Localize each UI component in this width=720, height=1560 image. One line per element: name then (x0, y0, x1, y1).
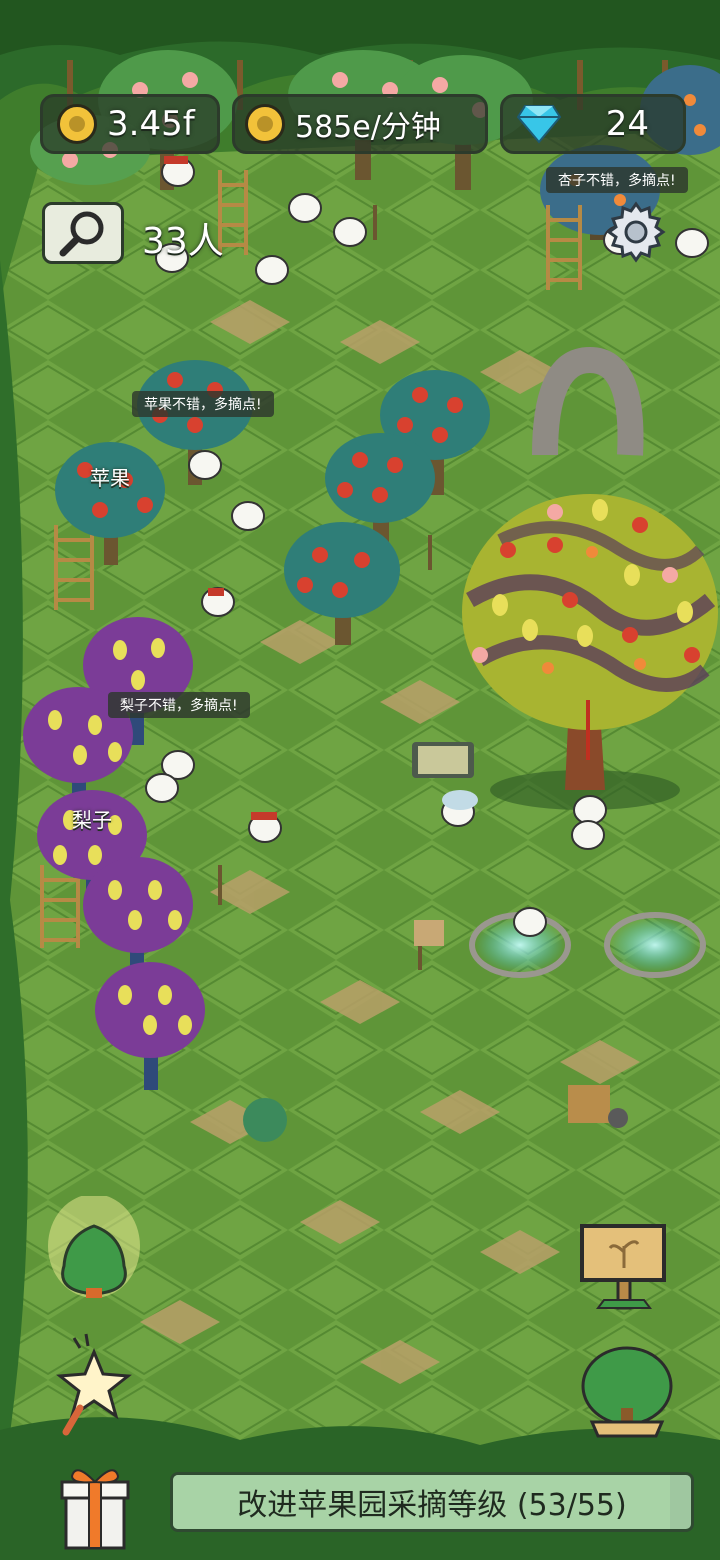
star-wand-button[interactable] (54, 1328, 136, 1438)
diamond-icon (517, 105, 561, 144)
gift-icon (60, 1469, 130, 1550)
gold-counter[interactable]: 3.45f (40, 94, 220, 154)
pear-speech-bubble: 梨子不错，多摘点! (108, 692, 250, 718)
income-rate-counter[interactable]: 585e/分钟 (232, 94, 488, 154)
bonsai-icon (581, 1346, 673, 1438)
coin-icon (57, 104, 97, 144)
sprout-sign-icon (580, 1224, 666, 1310)
gem-counter[interactable]: 24 (500, 94, 686, 154)
magnifier-icon (59, 211, 104, 257)
upgrade-label: 改进苹果园采摘等级 (53/55) (237, 1488, 627, 1523)
upgrade-harvest-level-button[interactable]: 改进苹果园采摘等级 (53/55) (170, 1472, 694, 1532)
pear-tree-label: 梨子 (72, 808, 112, 832)
settings-button[interactable] (604, 200, 668, 264)
apple-speech-bubble: 苹果不错，多摘点! (132, 391, 274, 417)
star-icon (56, 1333, 132, 1436)
visitor-count: 33人 (142, 221, 224, 262)
hourglass-coin-icon (245, 104, 285, 144)
gem-value: 24 (605, 104, 649, 144)
gold-value: 3.45f (107, 104, 195, 144)
gift-button[interactable] (58, 1458, 132, 1552)
sprout-sign-button[interactable] (576, 1218, 672, 1316)
glowing-tree-button[interactable] (46, 1194, 142, 1306)
bonsai-tree-button[interactable] (578, 1338, 676, 1440)
glowing-tree-icon (48, 1194, 140, 1298)
income-rate-value: 585e/分钟 (295, 110, 441, 145)
apricot-speech-bubble: 杏子不错，多摘点! (546, 167, 688, 193)
search-button[interactable] (42, 202, 124, 264)
gear-icon (606, 201, 666, 263)
apple-tree-label: 苹果 (90, 466, 130, 490)
